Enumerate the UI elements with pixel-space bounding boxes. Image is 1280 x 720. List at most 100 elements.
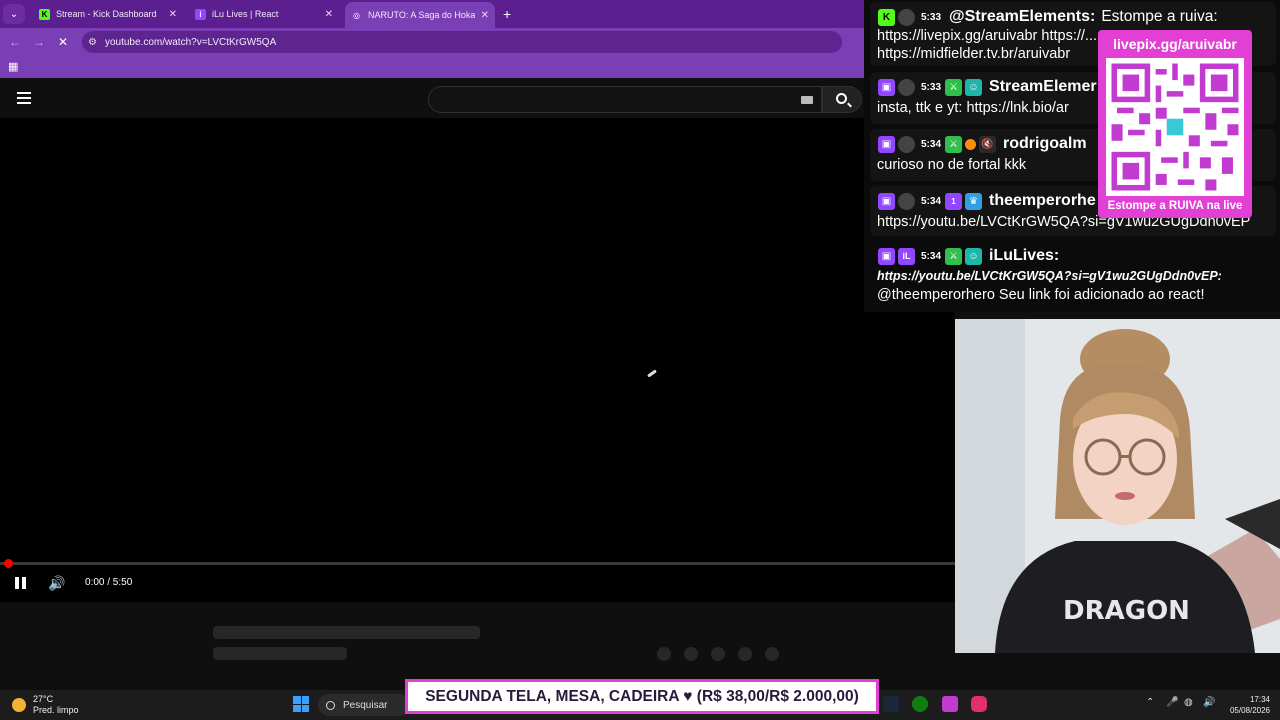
donation-goal-banner: SEGUNDA TELA, MESA, CADEIRA ♥ (R$ 38,00/… bbox=[405, 679, 879, 714]
url-text: youtube.com/watch?v=LVCtKrGW5QA bbox=[104, 36, 277, 48]
message-line: https://midfielder.tv.br/aruivabr bbox=[877, 46, 1071, 62]
livepix-qr-overlay: livepix.gg/aruivabr Estompe a RUIVA na l… bbox=[1098, 30, 1252, 218]
moderator-badge-icon: ⚔ bbox=[945, 78, 963, 96]
scrubber-handle[interactable] bbox=[4, 559, 13, 568]
apps-grid-icon[interactable]: ▦ bbox=[8, 60, 18, 73]
steam-icon[interactable] bbox=[883, 696, 899, 712]
kick-platform-icon: K bbox=[878, 8, 895, 26]
message-text: Estompe a ruiva: bbox=[1101, 8, 1218, 25]
message-body: @theemperorhero Seu link foi adicionado … bbox=[877, 287, 1205, 303]
streamer-image: DRAGON bbox=[955, 319, 1280, 653]
twitch-platform-icon: ▣ bbox=[878, 78, 895, 96]
avatar bbox=[898, 192, 915, 210]
back-icon[interactable]: ← bbox=[6, 35, 24, 49]
message-line: https://livepix.gg/aruivabr https://... bbox=[877, 28, 1098, 44]
tab-ilu-lives[interactable]: i iLu Lives | React ✕ bbox=[189, 3, 339, 25]
weather-widget[interactable]: 27°C Pred. limpo bbox=[12, 694, 79, 716]
moderator-badge-icon: ⚔ bbox=[945, 135, 963, 153]
qr-title: livepix.gg/aruivabr bbox=[1113, 36, 1237, 52]
username: iLuLives: bbox=[989, 247, 1060, 264]
microphone-icon[interactable]: 🎤 bbox=[1166, 697, 1178, 708]
message-text: https://livepix.gg/aruivabr https://... … bbox=[877, 27, 1097, 63]
tab-label: iLu Lives | React bbox=[212, 9, 279, 19]
weather-text: Pred. limpo bbox=[33, 705, 79, 715]
qr-code bbox=[1106, 58, 1244, 196]
first-badge-icon: 1 bbox=[945, 192, 963, 210]
tab-search-button[interactable]: ⌄ bbox=[3, 4, 25, 24]
username: rodrigoalm bbox=[1003, 135, 1087, 152]
stop-icon[interactable]: ✕ bbox=[54, 35, 72, 49]
volume-icon[interactable]: 🔊 bbox=[48, 575, 66, 591]
message-link[interactable]: https://youtu.be/LVCtKrGW5QA?si=gV1wu2GU… bbox=[877, 269, 1222, 283]
app-icon[interactable] bbox=[942, 696, 958, 712]
youtube-header bbox=[0, 80, 870, 118]
xbox-icon[interactable] bbox=[912, 696, 928, 712]
instagram-icon[interactable] bbox=[971, 696, 987, 712]
title-skeleton bbox=[213, 626, 480, 639]
close-icon[interactable]: ✕ bbox=[481, 10, 489, 21]
twitch-platform-icon: ▣ bbox=[878, 247, 895, 265]
search-icon bbox=[836, 93, 847, 104]
browser-tab-bar: ⌄ K Stream - Kick Dashboard ✕ i iLu Live… bbox=[0, 0, 870, 28]
address-bar[interactable]: ⚙ youtube.com/watch?v=LVCtKrGW5QA bbox=[82, 31, 842, 53]
bot-badge-icon: ☺ bbox=[965, 247, 983, 265]
chat-message: ▣ iL 5:34 ⚔ ☺ iLuLives: https://youtu.be… bbox=[870, 241, 1276, 309]
menu-icon[interactable] bbox=[17, 92, 31, 107]
taskbar-search[interactable]: Pesquisar bbox=[318, 694, 410, 716]
message-time: 5:33 bbox=[921, 11, 942, 23]
video-info-area bbox=[0, 602, 955, 690]
ilu-icon: i bbox=[195, 8, 206, 20]
avatar bbox=[898, 78, 915, 96]
bot-badge-icon: ☺ bbox=[965, 78, 983, 96]
username: @StreamElements: bbox=[949, 8, 1096, 25]
webcam-feed: DRAGON bbox=[955, 319, 1280, 653]
search-icon bbox=[326, 700, 335, 710]
username: StreamElemer bbox=[989, 78, 1097, 95]
message-time: 5:34 bbox=[921, 195, 942, 207]
pause-icon[interactable] bbox=[15, 577, 27, 589]
bookmarks-bar: ▦ bbox=[0, 56, 870, 78]
tray-chevron-icon[interactable]: ⌃ bbox=[1146, 697, 1154, 708]
keyboard-icon[interactable] bbox=[801, 96, 813, 104]
site-info-icon[interactable]: ⚙ bbox=[88, 37, 97, 48]
screen: ⌄ K Stream - Kick Dashboard ✕ i iLu Live… bbox=[0, 0, 1280, 720]
moderator-badge-icon: ⚔ bbox=[945, 247, 963, 265]
clock-date: 05/08/2026 bbox=[1229, 706, 1270, 715]
temperature: 27°C bbox=[33, 694, 54, 704]
video-player[interactable] bbox=[0, 118, 955, 602]
kick-icon: K bbox=[39, 8, 50, 20]
close-icon[interactable]: ✕ bbox=[325, 9, 333, 20]
taskbar-clock[interactable]: 17:34 05/08/2026 bbox=[1226, 694, 1270, 716]
forward-icon[interactable]: → bbox=[30, 35, 48, 49]
action-skeletons bbox=[657, 647, 779, 661]
clock-time: 17:34 bbox=[1249, 695, 1270, 704]
new-tab-icon[interactable]: + bbox=[503, 6, 511, 22]
message-text: insta, ttk e yt: https://lnk.bio/ar bbox=[877, 100, 1069, 116]
avatar bbox=[898, 8, 915, 26]
windows-start-icon[interactable] bbox=[293, 696, 309, 712]
close-icon[interactable]: ✕ bbox=[169, 9, 177, 20]
mute-badge-icon: 🔇 bbox=[979, 135, 997, 153]
weather-icon bbox=[12, 698, 26, 712]
tab-kick-dashboard[interactable]: K Stream - Kick Dashboard ✕ bbox=[33, 3, 183, 25]
browser-toolbar: ← → ✕ ⚙ youtube.com/watch?v=LVCtKrGW5QA bbox=[0, 28, 870, 56]
twitch-platform-icon: ▣ bbox=[878, 192, 895, 210]
tab-naruto[interactable]: ◎ NARUTO: A Saga do Hokage (I ✕ bbox=[345, 2, 495, 28]
video-progress-bar[interactable] bbox=[0, 559, 955, 568]
network-icon[interactable]: ◍ bbox=[1184, 697, 1193, 708]
message-time: 5:34 bbox=[921, 250, 942, 262]
message-text: https://youtu.be/LVCtKrGW5QA?si=gV1wu2GU… bbox=[877, 267, 1267, 305]
tab-label: NARUTO: A Saga do Hokage (I bbox=[368, 10, 475, 20]
subtitle-skeleton bbox=[213, 647, 347, 660]
youtube-search-input[interactable] bbox=[428, 86, 822, 113]
avatar bbox=[898, 135, 915, 153]
qr-caption: Estompe a RUIVA na live bbox=[1107, 200, 1243, 212]
message-time: 5:33 bbox=[921, 81, 942, 93]
youtube-search-button[interactable] bbox=[822, 86, 862, 113]
sub-badge-icon bbox=[965, 138, 977, 150]
search-label: Pesquisar bbox=[343, 699, 388, 711]
message-text: curioso no de fortal kkk bbox=[877, 157, 1027, 173]
volume-tray-icon[interactable]: 🔊 bbox=[1203, 697, 1215, 708]
twitch-platform-icon: ▣ bbox=[878, 135, 895, 153]
ilu-badge-icon: iL bbox=[898, 247, 915, 265]
